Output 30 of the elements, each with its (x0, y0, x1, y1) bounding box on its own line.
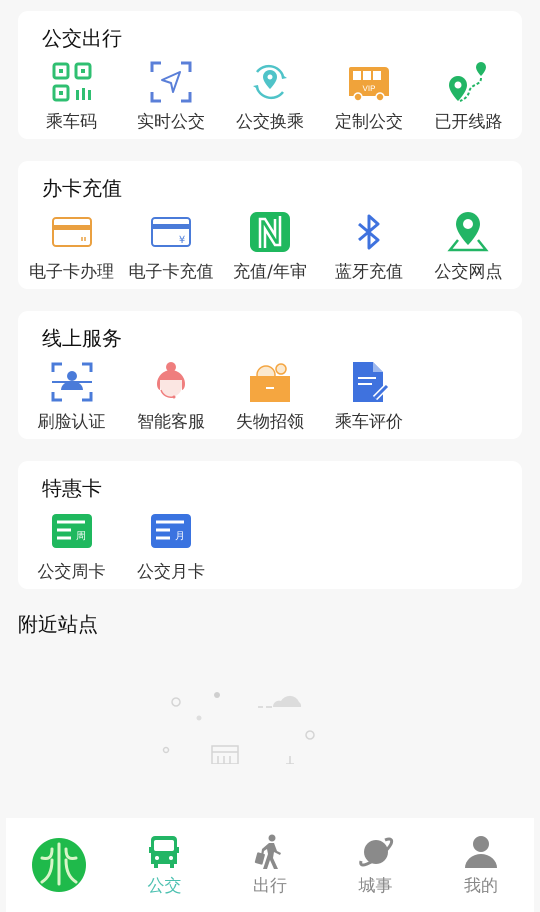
section-title: 公交出行 (42, 25, 123, 52)
navigation-arrow-icon (148, 60, 193, 104)
service-label[interactable]: 已开线路 (434, 110, 502, 133)
service-label[interactable]: 电子卡办理 (29, 260, 114, 283)
service-label[interactable]: 定制公交 (335, 110, 404, 133)
service-label[interactable]: 充值/年审 (233, 260, 307, 283)
section-title: 线上服务 (42, 325, 123, 352)
app-logo-icon[interactable] (32, 838, 86, 892)
nfc-icon (248, 210, 292, 254)
qr-code-icon (50, 60, 94, 104)
section-title: 特惠卡 (42, 475, 103, 502)
nav-tab[interactable]: 出行 (252, 834, 288, 896)
map-pin-icon (446, 210, 490, 254)
nav-tab[interactable]: 城事 (358, 834, 394, 896)
service-label[interactable]: 智能客服 (136, 410, 205, 433)
service-label[interactable]: 蓝牙充值 (335, 260, 404, 283)
service-label[interactable]: 实时公交 (136, 110, 205, 133)
service-label[interactable]: 公交周卡 (38, 560, 106, 583)
service-label[interactable]: 公交网点 (434, 260, 502, 283)
section-title: 附近站点 (18, 611, 98, 638)
service-label[interactable]: 乘车评价 (335, 410, 404, 433)
face-scan-icon (50, 360, 94, 404)
service-label[interactable]: 公交月卡 (136, 560, 205, 583)
service-label[interactable]: 公交换乘 (236, 110, 304, 133)
service-label[interactable]: 失物招领 (236, 410, 304, 433)
service-label[interactable]: 刷脸认证 (38, 410, 106, 433)
service-label[interactable]: 乘车码 (46, 110, 98, 133)
nav-tab[interactable]: 我的 (463, 834, 500, 896)
service-label[interactable]: 电子卡充值 (128, 260, 214, 283)
section-title: 办卡充值 (42, 175, 123, 202)
